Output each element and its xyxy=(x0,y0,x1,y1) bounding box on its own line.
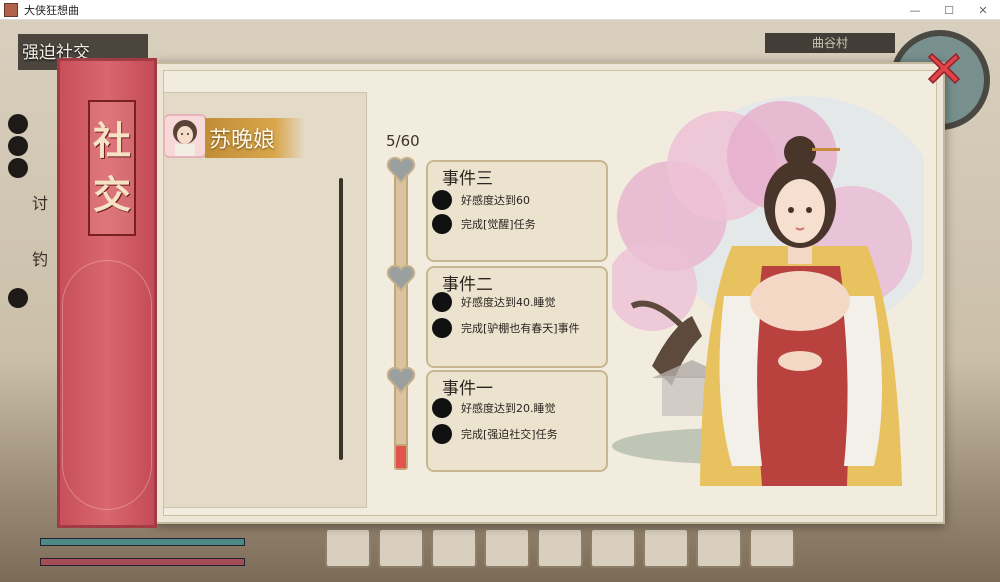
black-dot-icon xyxy=(432,190,452,210)
heart-icon xyxy=(386,366,416,394)
event-condition-text: 好感度达到40.睡觉 xyxy=(461,296,556,309)
event-condition: 好感度达到60 xyxy=(432,190,530,210)
affection-progress-fill xyxy=(394,444,408,470)
event-title: 事件三 xyxy=(442,169,493,189)
hud-status-icon xyxy=(8,114,28,134)
banner-floral-pattern xyxy=(62,260,152,510)
banner-title-char: 交 xyxy=(92,172,131,217)
event-condition: 好感度达到40.睡觉 xyxy=(432,292,556,312)
event-condition: 完成[强迫社交]任务 xyxy=(432,424,558,444)
hud-status-icon xyxy=(8,288,28,308)
hotbar-slot[interactable] xyxy=(325,528,371,568)
hotbar-slot[interactable] xyxy=(696,528,742,568)
hotbar-slot[interactable] xyxy=(590,528,636,568)
location-label: 曲谷村 xyxy=(765,33,895,53)
health-bar xyxy=(40,538,245,546)
hud-side-label: 讨 xyxy=(32,194,49,213)
black-dot-icon xyxy=(432,424,452,444)
black-dot-icon xyxy=(432,214,452,234)
heart-icon xyxy=(386,264,416,292)
black-dot-icon xyxy=(432,318,452,338)
close-x-icon[interactable] xyxy=(924,48,964,88)
event-condition-text: 完成[强迫社交]任务 xyxy=(461,428,558,441)
event-condition-text: 完成[驴棚也有春天]事件 xyxy=(461,322,580,335)
hotbar-slot[interactable] xyxy=(484,528,530,568)
event-card[interactable]: 事件二 好感度达到40.睡觉 完成[驴棚也有春天]事件 xyxy=(426,266,608,368)
affection-progress-text: 5/60 xyxy=(386,132,420,150)
character-portrait xyxy=(607,96,942,486)
event-condition-text: 好感度达到60 xyxy=(461,194,530,207)
maximize-icon[interactable]: ☐ xyxy=(932,0,966,20)
black-dot-icon xyxy=(432,398,452,418)
hud-status-icon xyxy=(8,158,28,178)
character-list-scrollbar[interactable] xyxy=(339,178,343,460)
affection-progress-track xyxy=(394,168,408,468)
window-title: 大侠狂想曲 xyxy=(24,3,79,17)
hud-status-icon xyxy=(8,136,28,156)
hotbar-slot[interactable] xyxy=(537,528,583,568)
event-condition-text: 完成[觉醒]任务 xyxy=(461,218,536,231)
item-hotbar xyxy=(325,528,855,570)
hotbar-slot[interactable] xyxy=(643,528,689,568)
heart-icon xyxy=(386,156,416,184)
hotbar-slot[interactable] xyxy=(378,528,424,568)
hotbar-slot[interactable] xyxy=(749,528,795,568)
window-titlebar: 大侠狂想曲 — ☐ ✕ xyxy=(0,0,1000,20)
event-title: 事件一 xyxy=(442,379,493,399)
event-condition: 完成[觉醒]任务 xyxy=(432,214,536,234)
banner-title-char: 社 xyxy=(92,118,131,163)
banner-title: 社 交 xyxy=(88,100,136,236)
close-window-icon[interactable]: ✕ xyxy=(966,0,1000,20)
event-card[interactable]: 事件一 好感度达到20.睡觉 完成[强迫社交]任务 xyxy=(426,370,608,472)
stamina-bar xyxy=(40,558,245,566)
event-card[interactable]: 事件三 好感度达到60 完成[觉醒]任务 xyxy=(426,160,608,262)
app-icon xyxy=(4,2,18,17)
event-condition-text: 好感度达到20.睡觉 xyxy=(461,402,556,415)
character-name: 苏晚娘 xyxy=(209,128,276,153)
character-avatar xyxy=(163,114,207,158)
character-list-item[interactable]: 苏晚娘 xyxy=(163,114,308,158)
minimize-icon[interactable]: — xyxy=(898,0,932,20)
event-condition: 完成[驴棚也有春天]事件 xyxy=(432,318,580,338)
hotbar-slot[interactable] xyxy=(431,528,477,568)
event-condition: 好感度达到20.睡觉 xyxy=(432,398,556,418)
hud-side-label: 钓 xyxy=(32,250,49,269)
black-dot-icon xyxy=(432,292,452,312)
